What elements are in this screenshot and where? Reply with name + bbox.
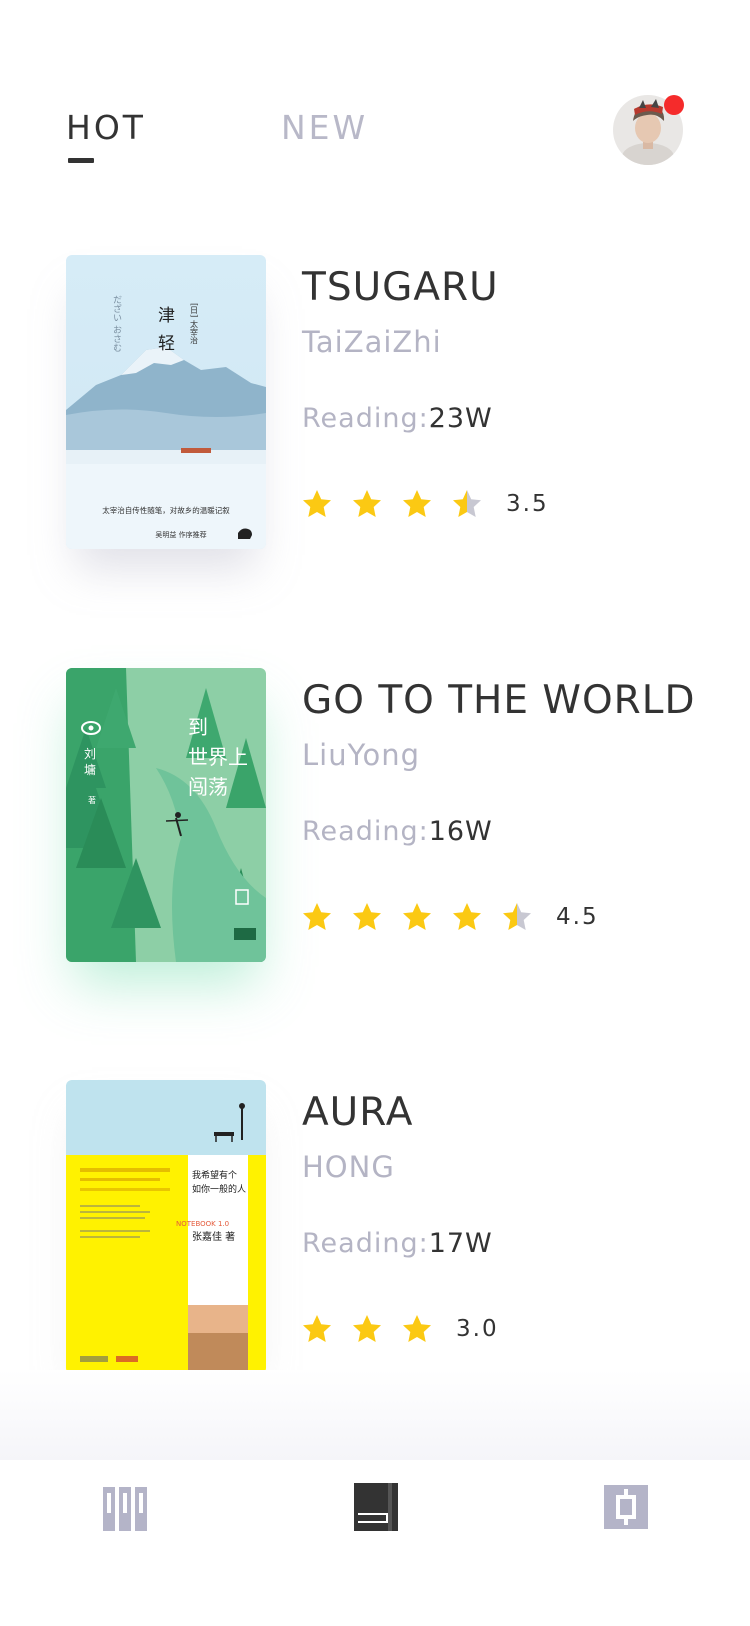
book-item[interactable]: 到 世界上 闯荡 刘 墉 著 GO TO THE WORLD LiuYong R… bbox=[66, 668, 706, 963]
tab-new[interactable]: NEW bbox=[281, 108, 368, 147]
top-tabs: HOT NEW bbox=[66, 108, 396, 168]
book-title[interactable]: AURA bbox=[302, 1090, 413, 1135]
star-half-icon bbox=[453, 490, 481, 517]
svg-text:[日] 太宰治: [日] 太宰治 bbox=[190, 303, 199, 345]
svg-text:太宰治自传性随笔，对故乡的温暖记叙: 太宰治自传性随笔，对故乡的温暖记叙 bbox=[102, 505, 230, 515]
star-rating: 3.0 bbox=[302, 1312, 499, 1346]
book-title[interactable]: TSUGARU bbox=[302, 265, 499, 310]
book-author: HONG bbox=[302, 1150, 395, 1184]
reading-label: Reading: bbox=[302, 816, 429, 847]
star-icon bbox=[303, 490, 331, 517]
reading-count: Reading:23W bbox=[302, 403, 493, 434]
svg-text:世界上: 世界上 bbox=[188, 745, 248, 769]
svg-text:我希望有个: 我希望有个 bbox=[192, 1169, 237, 1181]
svg-text:张嘉佳 著: 张嘉佳 著 bbox=[192, 1230, 235, 1243]
active-tab-indicator bbox=[68, 158, 94, 163]
svg-text:だざい おさむ: だざい おさむ bbox=[111, 295, 122, 352]
book-item[interactable]: 我希望有个 如你一般的人 NOTEBOOK 1.0 张嘉佳 著 AURA HON… bbox=[66, 1080, 706, 1375]
svg-text:墉: 墉 bbox=[84, 762, 96, 777]
reading-value: 23W bbox=[428, 403, 493, 434]
rating-value: 4.5 bbox=[556, 904, 599, 930]
bottom-nav bbox=[0, 1460, 750, 1626]
reading-count: Reading:17W bbox=[302, 1228, 493, 1259]
star-icon bbox=[353, 903, 381, 930]
reading-label: Reading: bbox=[302, 1228, 429, 1259]
svg-text:刘: 刘 bbox=[84, 747, 96, 761]
settings-icon[interactable] bbox=[604, 1483, 648, 1531]
svg-text:著: 著 bbox=[88, 795, 96, 805]
star-rating: 4.5 bbox=[302, 900, 599, 934]
reading-value: 17W bbox=[428, 1228, 493, 1259]
tab-hot[interactable]: HOT bbox=[66, 108, 146, 147]
reading-value: 16W bbox=[428, 816, 493, 847]
book-author: LiuYong bbox=[302, 738, 420, 772]
svg-text:如你一般的人: 如你一般的人 bbox=[192, 1183, 246, 1195]
star-icon bbox=[353, 1315, 381, 1342]
book-item[interactable]: 津 轻 [日] 太宰治 だざい おさむ 太宰治自传性随笔，对故乡的温暖记叙 吴明… bbox=[66, 255, 706, 550]
star-half-icon bbox=[503, 903, 531, 930]
book-cover[interactable]: 到 世界上 闯荡 刘 墉 著 bbox=[66, 668, 266, 962]
reading-label: Reading: bbox=[302, 403, 429, 434]
book-title[interactable]: GO TO THE WORLD bbox=[302, 678, 696, 723]
star-icon bbox=[403, 1315, 431, 1342]
star-icon bbox=[303, 1315, 331, 1342]
notification-badge bbox=[664, 95, 684, 115]
book-icon[interactable] bbox=[354, 1483, 398, 1531]
bottom-fade bbox=[0, 1370, 750, 1460]
star-icon bbox=[403, 903, 431, 930]
book-author: TaiZaiZhi bbox=[302, 325, 442, 359]
svg-text:NOTEBOOK 1.0: NOTEBOOK 1.0 bbox=[176, 1220, 229, 1228]
star-icon bbox=[303, 903, 331, 930]
svg-text:吴明益 作序推荐: 吴明益 作序推荐 bbox=[155, 530, 206, 539]
svg-text:津: 津 bbox=[158, 306, 175, 326]
star-rating: 3.5 bbox=[302, 487, 549, 521]
library-icon[interactable] bbox=[103, 1483, 147, 1531]
rating-value: 3.5 bbox=[506, 491, 549, 517]
rating-value: 3.0 bbox=[456, 1316, 499, 1342]
book-cover[interactable]: 津 轻 [日] 太宰治 だざい おさむ 太宰治自传性随笔，对故乡的温暖记叙 吴明… bbox=[66, 255, 266, 549]
book-cover[interactable]: 我希望有个 如你一般的人 NOTEBOOK 1.0 张嘉佳 著 bbox=[66, 1080, 266, 1374]
svg-text:轻: 轻 bbox=[158, 334, 175, 354]
svg-text:到: 到 bbox=[188, 715, 208, 739]
star-icon bbox=[353, 490, 381, 517]
svg-text:闯荡: 闯荡 bbox=[188, 775, 228, 799]
star-icon bbox=[403, 490, 431, 517]
star-icon bbox=[453, 903, 481, 930]
reading-count: Reading:16W bbox=[302, 816, 493, 847]
